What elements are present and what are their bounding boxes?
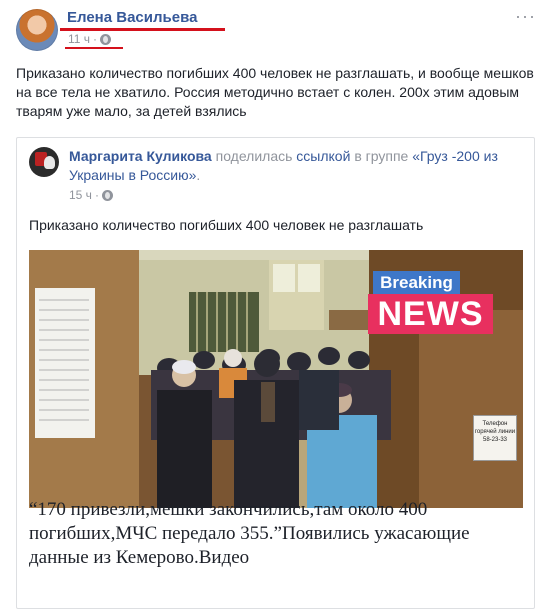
shared-period: . — [196, 167, 201, 183]
globe-icon[interactable] — [101, 189, 113, 201]
shared-time[interactable]: 15 ч — [69, 188, 92, 202]
shared-in-group: в группе — [354, 148, 409, 164]
author-underline — [60, 28, 225, 31]
meta-separator: · — [93, 32, 98, 46]
shared-author-name[interactable]: Маргарита Куликова — [69, 148, 212, 164]
shared-header: Маргарита Куликова поделилась ссылкой в … — [69, 147, 529, 185]
author-avatar[interactable] — [16, 9, 58, 51]
shared-meta: 15 ч · — [69, 188, 113, 202]
shared-action: поделилась — [215, 148, 293, 164]
time-underline — [65, 47, 123, 49]
link-image[interactable]: Breaking NEWS Телефон горячей линии 58-2… — [29, 250, 523, 508]
breaking-news-badge: Breaking NEWS — [368, 271, 493, 335]
badge-news: NEWS — [368, 294, 493, 334]
more-options-icon[interactable]: ··· — [515, 6, 536, 27]
badge-breaking: Breaking — [373, 271, 460, 294]
shared-author-avatar[interactable] — [29, 147, 59, 177]
globe-icon[interactable] — [100, 33, 112, 45]
shared-text: Приказано количество погибших 400 челове… — [29, 217, 424, 233]
feed-post: Елена Васильева 11 ч · ··· Приказано кол… — [0, 0, 550, 609]
shared-link-word[interactable]: ссылкой — [296, 148, 350, 164]
post-meta: 11 ч · — [68, 32, 112, 46]
post-text: Приказано количество погибших 400 челове… — [16, 65, 534, 119]
hotline-sign: Телефон горячей линии 58-23-33 — [473, 415, 517, 461]
link-title[interactable]: “170 привезли,мешки закончились,там окол… — [29, 498, 529, 570]
post-time[interactable]: 11 ч — [68, 32, 90, 46]
author-name[interactable]: Елена Васильева — [67, 9, 197, 26]
shared-meta-separator: · — [94, 188, 99, 202]
